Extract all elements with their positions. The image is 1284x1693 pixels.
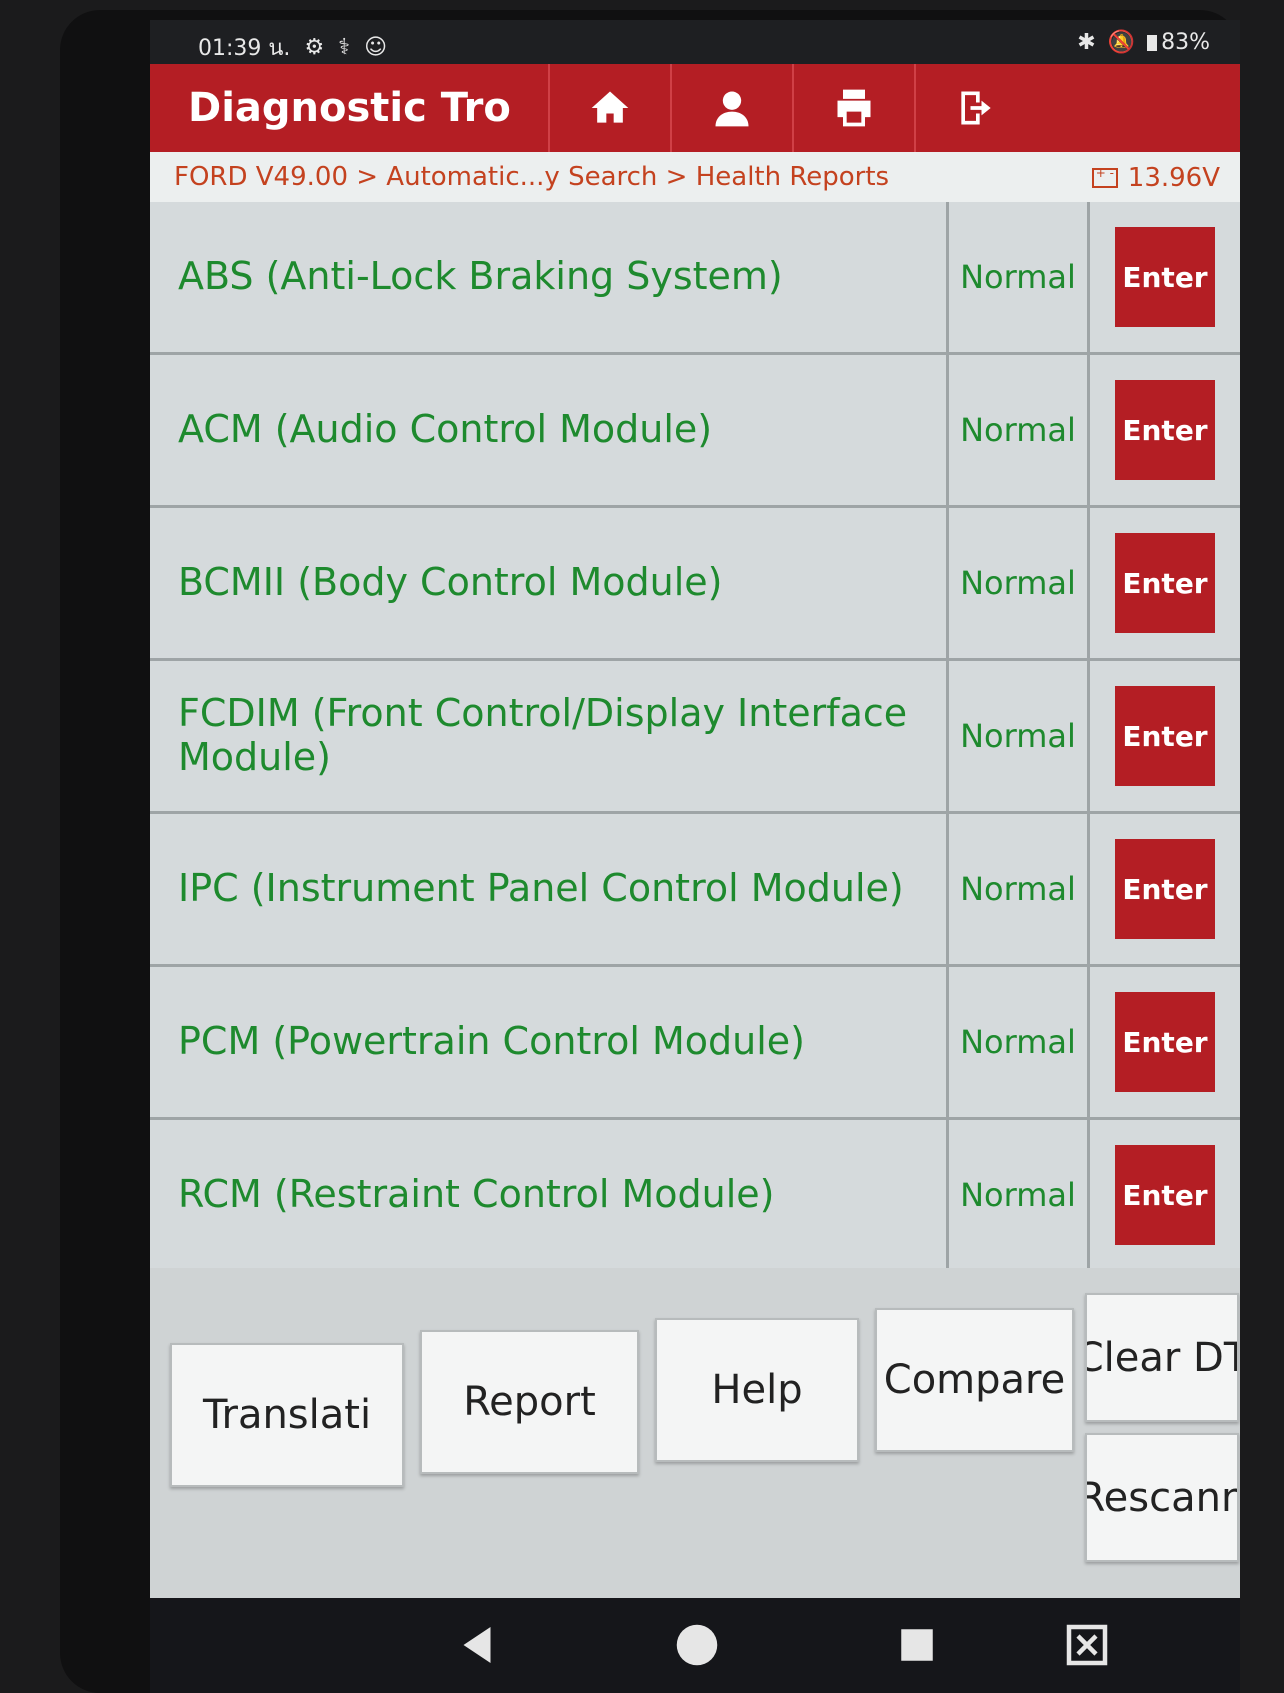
module-status: Normal bbox=[946, 814, 1087, 964]
module-status: Normal bbox=[946, 661, 1087, 811]
enter-button[interactable]: Enter bbox=[1115, 380, 1215, 480]
module-row: FCDIM (Front Control/Display Interface M… bbox=[150, 661, 1240, 814]
module-status: Normal bbox=[946, 202, 1087, 352]
notification-icon: ☺ bbox=[364, 35, 388, 60]
module-name: RCM (Restraint Control Module) bbox=[178, 1172, 775, 1217]
module-list: ABS (Anti-Lock Braking System) Normal En… bbox=[150, 202, 1240, 1273]
home-button[interactable] bbox=[548, 64, 670, 152]
print-button[interactable] bbox=[792, 64, 914, 152]
module-row: RCM (Restraint Control Module) Normal En… bbox=[150, 1120, 1240, 1273]
module-row: BCMII (Body Control Module) Normal Enter bbox=[150, 508, 1240, 661]
module-status: Normal bbox=[946, 355, 1087, 505]
enter-button[interactable]: Enter bbox=[1115, 1145, 1215, 1245]
module-status: Normal bbox=[946, 967, 1087, 1117]
breadcrumb-path: FORD V49.00 > Automatic...y Search > Hea… bbox=[174, 162, 890, 192]
app-header: Diagnostic Tro bbox=[150, 64, 1240, 152]
help-button[interactable]: Help bbox=[655, 1318, 859, 1462]
car-battery-icon bbox=[1091, 166, 1118, 188]
home-icon bbox=[591, 91, 629, 123]
module-action-cell: Enter bbox=[1087, 355, 1240, 505]
settings-icon: ⚙ bbox=[304, 35, 325, 60]
home-nav-icon[interactable] bbox=[670, 1618, 724, 1672]
module-status: Normal bbox=[946, 508, 1087, 658]
module-name: IPC (Instrument Panel Control Module) bbox=[178, 866, 904, 911]
enter-button[interactable]: Enter bbox=[1115, 227, 1215, 327]
module-action-cell: Enter bbox=[1087, 508, 1240, 658]
module-row: ABS (Anti-Lock Braking System) Normal En… bbox=[150, 202, 1240, 355]
module-name: FCDIM (Front Control/Display Interface M… bbox=[178, 691, 908, 779]
rescan-button[interactable]: Rescann bbox=[1085, 1433, 1239, 1562]
battery-indicator: 83% bbox=[1147, 30, 1210, 55]
system-nav-bar bbox=[150, 1598, 1240, 1693]
module-action-cell: Enter bbox=[1087, 1120, 1240, 1270]
clock: 01:39 น. bbox=[198, 36, 291, 61]
clear-dtc-button[interactable]: Clear DT bbox=[1085, 1293, 1239, 1422]
device-screen: 01:39 น. ⚙ ⚕ ☺ ✱ 🔕 83% Diagnostic Tro FO… bbox=[150, 20, 1240, 1693]
module-action-cell: Enter bbox=[1087, 661, 1240, 811]
module-status: Normal bbox=[946, 1120, 1087, 1270]
mute-icon: 🔕 bbox=[1107, 30, 1136, 55]
screenshot-tool-icon[interactable] bbox=[1060, 1618, 1114, 1672]
module-name: ABS (Anti-Lock Braking System) bbox=[178, 254, 783, 299]
module-name: PCM (Powertrain Control Module) bbox=[178, 1019, 805, 1064]
module-action-cell: Enter bbox=[1087, 814, 1240, 964]
voltage-readout: 13.96V bbox=[1091, 163, 1220, 193]
module-row: IPC (Instrument Panel Control Module) No… bbox=[150, 814, 1240, 967]
status-bar: 01:39 น. ⚙ ⚕ ☺ ✱ 🔕 83% bbox=[150, 20, 1240, 64]
print-icon bbox=[837, 89, 871, 127]
module-name: ACM (Audio Control Module) bbox=[178, 407, 713, 452]
module-action-cell: Enter bbox=[1087, 967, 1240, 1117]
module-name: BCMII (Body Control Module) bbox=[178, 560, 723, 605]
support-icon bbox=[715, 91, 749, 127]
exit-button[interactable] bbox=[914, 64, 1036, 152]
recent-apps-icon[interactable] bbox=[890, 1618, 944, 1672]
battery-icon bbox=[1147, 35, 1158, 51]
compare-button[interactable]: Compare bbox=[875, 1308, 1074, 1452]
translation-button[interactable]: Translati bbox=[170, 1343, 404, 1487]
exit-icon bbox=[961, 91, 991, 125]
battery-level: 83% bbox=[1161, 30, 1210, 55]
enter-button[interactable]: Enter bbox=[1115, 686, 1215, 786]
breadcrumb: FORD V49.00 > Automatic...y Search > Hea… bbox=[150, 152, 1240, 202]
bluetooth-icon: ✱ bbox=[1077, 30, 1096, 55]
enter-button[interactable]: Enter bbox=[1115, 839, 1215, 939]
module-row: ACM (Audio Control Module) Normal Enter bbox=[150, 355, 1240, 508]
stethoscope-icon: ⚕ bbox=[338, 35, 351, 60]
module-action-cell: Enter bbox=[1087, 202, 1240, 352]
enter-button[interactable]: Enter bbox=[1115, 992, 1215, 1092]
action-bar: Translati Report Help Compare Clear DT R… bbox=[150, 1268, 1240, 1598]
report-button[interactable]: Report bbox=[420, 1330, 639, 1474]
module-row: PCM (Powertrain Control Module) Normal E… bbox=[150, 967, 1240, 1120]
app-title: Diagnostic Tro bbox=[188, 85, 511, 131]
enter-button[interactable]: Enter bbox=[1115, 533, 1215, 633]
back-icon[interactable] bbox=[450, 1618, 504, 1672]
voltage-value: 13.96V bbox=[1127, 163, 1220, 193]
support-button[interactable] bbox=[670, 64, 792, 152]
